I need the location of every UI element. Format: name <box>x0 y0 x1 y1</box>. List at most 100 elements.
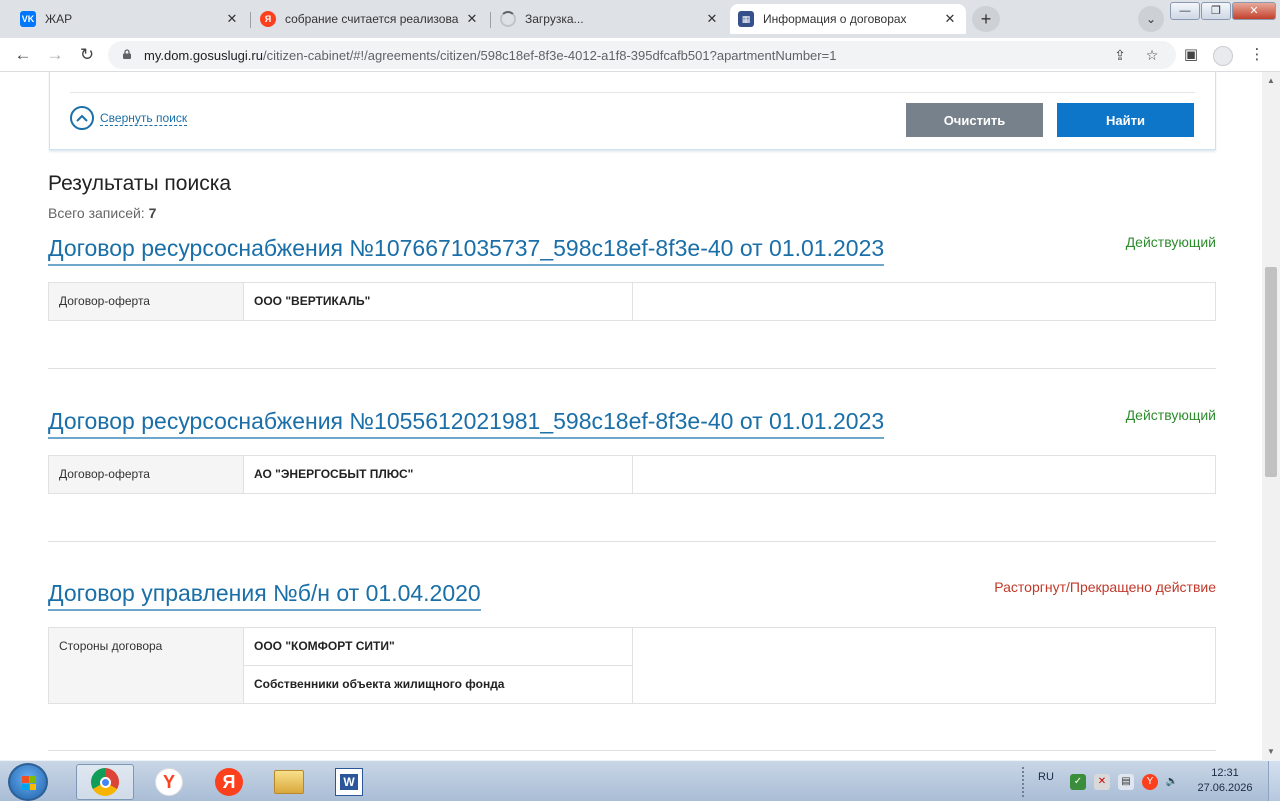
status-badge: Действующий <box>1125 407 1216 423</box>
scroll-thumb[interactable] <box>1265 267 1277 477</box>
clock-time: 12:31 <box>1211 767 1239 779</box>
table-row: Стороны договора ООО "КОМФОРТ СИТИ" <box>48 627 1216 704</box>
status-badge: Расторгнут/Прекращено действие <box>994 579 1216 595</box>
table-row: Договор-оферта АО "ЭНЕРГОСБЫТ ПЛЮС" <box>48 455 1216 494</box>
close-icon[interactable]: ✕ <box>224 11 240 27</box>
divider <box>48 750 1216 751</box>
windows-logo-icon <box>22 776 36 790</box>
tab-yandex[interactable]: Я собрание считается реализова ✕ <box>252 4 488 34</box>
taskbar-yandex-browser[interactable]: Y <box>140 764 198 800</box>
browser-tab-strip: VK ЖАР ✕ Я собрание считается реализова … <box>0 0 1280 38</box>
taskbar-explorer[interactable] <box>260 764 318 800</box>
close-icon[interactable]: ✕ <box>942 11 958 27</box>
close-icon[interactable]: ✕ <box>704 11 720 27</box>
contract-details-table: Договор-оферта ООО "ВЕРТИКАЛЬ" <box>48 282 1216 321</box>
divider <box>48 368 1216 369</box>
divider <box>48 541 1216 542</box>
taskbar-yandex[interactable]: Я <box>200 764 258 800</box>
tab-title: Информация о договорах <box>763 12 907 26</box>
empty-cell <box>632 627 1216 704</box>
taskbar-chrome[interactable] <box>76 764 134 800</box>
minimize-button[interactable]: — <box>1170 2 1200 20</box>
loading-icon <box>500 11 516 27</box>
tab-loading[interactable]: Загрузка... ✕ <box>492 4 728 34</box>
contract-party: АО "ЭНЕРГОСБЫТ ПЛЮС" <box>243 455 633 494</box>
tab-title: Загрузка... <box>525 12 584 26</box>
vk-icon: VK <box>20 11 36 27</box>
empty-cell <box>632 455 1216 494</box>
start-button[interactable] <box>8 763 48 801</box>
yandex-icon: Я <box>260 11 276 27</box>
address-bar[interactable]: my.dom.gosuslugi.ru/citizen-cabinet/#!/a… <box>108 41 1176 69</box>
contract-details-table: Договор-оферта АО "ЭНЕРГОСБЫТ ПЛЮС" <box>48 455 1216 494</box>
tab-separator <box>490 12 491 28</box>
word-icon: W <box>335 768 363 796</box>
yandex-icon: Я <box>215 768 243 796</box>
taskbar-word[interactable]: W <box>320 764 378 800</box>
tray-grip <box>1022 767 1028 797</box>
profile-avatar[interactable] <box>1213 46 1233 66</box>
document-icon: ▦ <box>738 11 754 27</box>
windows-taskbar: Y Я W RU ✓ ✕ ▤ Y 🔈 12:31 27.06.2026 <box>0 760 1280 801</box>
results-count-label: Всего записей: <box>48 205 145 221</box>
folder-icon <box>274 770 304 794</box>
contract-title-link[interactable]: Договор ресурсоснабжения №1055612021981_… <box>48 407 885 439</box>
forward-button[interactable]: → <box>42 42 68 68</box>
show-desktop-button[interactable] <box>1268 761 1280 801</box>
contract-party: ООО "КОМФОРТ СИТИ" <box>243 627 633 666</box>
flag-warning-icon[interactable]: ✕ <box>1094 774 1110 790</box>
tab-title: ЖАР <box>45 12 73 26</box>
lock-icon <box>123 49 131 59</box>
volume-icon[interactable]: 🔈 <box>1164 774 1180 790</box>
contract-title-link[interactable]: Договор управления №б/н от 01.04.2020 <box>48 579 481 611</box>
search-panel: Свернуть поиск Очистить Найти <box>49 72 1216 150</box>
collapse-search-link[interactable]: Свернуть поиск <box>70 106 188 130</box>
bookmark-star-icon[interactable]: ☆ <box>1142 45 1162 65</box>
language-indicator[interactable]: RU <box>1038 771 1054 783</box>
security-shield-icon[interactable]: ✓ <box>1070 774 1086 790</box>
collapse-search-label: Свернуть поиск <box>100 110 188 126</box>
scroll-down-icon[interactable]: ▼ <box>1267 747 1275 756</box>
chevron-up-icon <box>70 106 94 130</box>
tab-agreements[interactable]: ▦ Информация о договорах ✕ <box>730 4 966 34</box>
tab-search-button[interactable]: ⌄ <box>1138 6 1164 32</box>
clock-date: 27.06.2026 <box>1197 782 1253 794</box>
share-icon[interactable]: ⇪ <box>1110 45 1130 65</box>
page-viewport: Свернуть поиск Очистить Найти Результаты… <box>0 72 1262 760</box>
results-title: Результаты поиска <box>48 172 232 195</box>
tab-vk[interactable]: VK ЖАР ✕ <box>12 4 248 34</box>
contract-type: Договор-оферта <box>48 455 244 494</box>
contract-type: Стороны договора <box>48 627 244 704</box>
new-tab-button[interactable]: + <box>972 6 1000 32</box>
reload-button[interactable]: ↻ <box>74 42 100 68</box>
find-button[interactable]: Найти <box>1057 103 1194 137</box>
close-window-button[interactable]: ✕ <box>1232 2 1276 20</box>
page-scrollbar[interactable]: ▲ ▼ <box>1262 72 1280 760</box>
back-button[interactable]: ← <box>10 42 36 68</box>
contract-party: ООО "ВЕРТИКАЛЬ" <box>243 282 633 321</box>
empty-cell <box>632 282 1216 321</box>
close-icon[interactable]: ✕ <box>464 11 480 27</box>
contract-party: Собственники объекта жилищного фонда <box>243 665 633 704</box>
yandex-browser-icon: Y <box>155 768 183 796</box>
side-panel-icon[interactable]: ▣ <box>1178 42 1204 68</box>
yandex-tray-icon[interactable]: Y <box>1142 774 1158 790</box>
status-badge: Действующий <box>1125 234 1216 250</box>
tab-separator <box>250 12 251 28</box>
contract-details-table: Стороны договора ООО "КОМФОРТ СИТИ" Собс… <box>48 627 1216 704</box>
contract-type: Договор-оферта <box>48 282 244 321</box>
window-controls: — ❐ ✕ <box>1170 2 1276 20</box>
url-text[interactable]: my.dom.gosuslugi.ru/citizen-cabinet/#!/a… <box>144 48 836 63</box>
clear-button[interactable]: Очистить <box>906 103 1043 137</box>
network-icon[interactable]: ▤ <box>1118 774 1134 790</box>
maximize-button[interactable]: ❐ <box>1201 2 1231 20</box>
table-row: Договор-оферта ООО "ВЕРТИКАЛЬ" <box>48 282 1216 321</box>
results-count-value: 7 <box>148 205 157 221</box>
contract-title-link[interactable]: Договор ресурсоснабжения №1076671035737_… <box>48 234 885 266</box>
results-count: Всего записей: 7 <box>48 205 156 221</box>
browser-menu-icon[interactable]: ⋮ <box>1244 42 1270 68</box>
browser-toolbar: ← → ↻ my.dom.gosuslugi.ru/citizen-cabine… <box>0 38 1280 72</box>
scroll-up-icon[interactable]: ▲ <box>1267 76 1275 85</box>
chrome-icon <box>91 768 119 796</box>
system-clock[interactable]: 12:31 27.06.2026 <box>1190 766 1260 796</box>
